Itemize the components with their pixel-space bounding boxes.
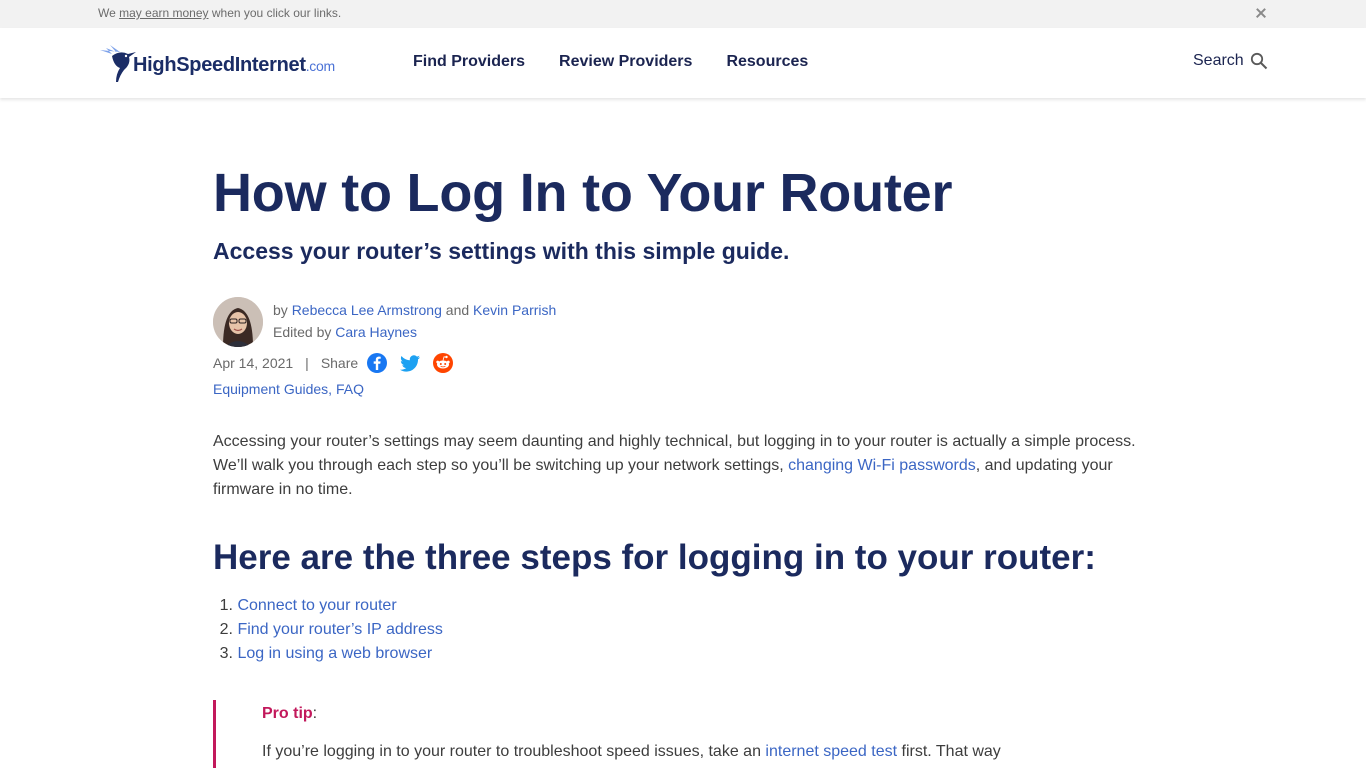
author-link-2[interactable]: Kevin Parrish xyxy=(473,302,556,318)
list-item: 2. Find your router’s IP address xyxy=(213,618,443,642)
publish-date: Apr 14, 2021 xyxy=(213,355,294,371)
edited-prefix: Edited by xyxy=(273,324,332,340)
by-and: and xyxy=(445,302,470,318)
search-label: Search xyxy=(1193,52,1244,69)
steps-list: 1. Connect to your router 2. Find your r… xyxy=(213,594,443,666)
article-categories[interactable]: Equipment Guides, FAQ xyxy=(213,381,364,397)
site-logo[interactable]: HighSpeedInternet.com xyxy=(98,42,335,84)
pro-tip-prefix: If you’re logging in to your router to t… xyxy=(262,743,761,760)
disclosure-suffix: when you click our links. xyxy=(211,6,342,20)
step-link[interactable]: Find your router’s IP address xyxy=(237,621,442,638)
editor-link[interactable]: Cara Haynes xyxy=(335,324,417,340)
reddit-icon[interactable] xyxy=(432,352,454,374)
intro-link[interactable]: changing Wi-Fi passwords xyxy=(788,457,976,474)
logo-text: HighSpeedInternet.com xyxy=(133,54,335,77)
author-photo xyxy=(213,297,263,347)
pro-tip-suffix: first. That way xyxy=(901,743,1001,760)
byline: by Rebecca Lee Armstrong and Kevin Parri… xyxy=(273,302,556,318)
search-icon xyxy=(1250,52,1267,70)
editor-line: Edited by Cara Haynes xyxy=(273,324,417,340)
step-link[interactable]: Connect to your router xyxy=(237,597,396,614)
logo-tld: .com xyxy=(305,57,335,74)
meta-separator: | xyxy=(305,355,309,371)
article-meta: Apr 14, 2021 | Share xyxy=(213,352,454,374)
share-label: Share xyxy=(320,355,359,371)
list-item: 3. Log in using a web browser xyxy=(213,642,443,666)
step-link[interactable]: Log in using a web browser xyxy=(237,645,432,662)
by-prefix: by xyxy=(273,302,288,318)
disclosure-text: We may earn money when you click our lin… xyxy=(98,6,341,20)
nav-find-providers[interactable]: Find Providers xyxy=(413,53,525,71)
intro-paragraph: Accessing your router’s settings may see… xyxy=(213,430,1143,502)
step-number: 3. xyxy=(219,645,233,662)
page-title: How to Log In to Your Router xyxy=(213,163,953,223)
pro-tip-text: If you’re logging in to your router to t… xyxy=(262,743,1001,761)
avatar xyxy=(213,297,263,347)
steps-heading: Here are the three steps for logging in … xyxy=(213,538,1096,577)
disclosure-link[interactable]: may earn money xyxy=(119,6,208,20)
search-button[interactable]: Search xyxy=(1193,52,1268,70)
nav-review-providers[interactable]: Review Providers xyxy=(559,53,692,71)
logo-main: HighSpeedInternet xyxy=(133,53,306,76)
twitter-icon[interactable] xyxy=(399,352,421,374)
facebook-icon[interactable] xyxy=(366,352,388,374)
pro-tip-colon: : xyxy=(312,705,318,722)
step-number: 2. xyxy=(219,621,233,638)
page-subtitle: Access your router’s settings with this … xyxy=(213,238,790,264)
speed-test-link[interactable]: internet speed test xyxy=(765,743,897,760)
pro-tip-label: Pro tip: xyxy=(262,705,317,723)
author-link-1[interactable]: Rebecca Lee Armstrong xyxy=(292,302,442,318)
pro-tip-label-text: Pro tip xyxy=(262,705,313,722)
disclosure-bar: We may earn money when you click our lin… xyxy=(0,0,1366,28)
disclosure-prefix: We xyxy=(98,6,116,20)
close-icon[interactable] xyxy=(1252,4,1270,22)
step-number: 1. xyxy=(219,597,233,614)
main-nav: Find Providers Review Providers Resource… xyxy=(413,53,808,71)
hummingbird-logo-icon xyxy=(100,45,136,82)
list-item: 1. Connect to your router xyxy=(213,594,443,618)
site-header: HighSpeedInternet.com Find Providers Rev… xyxy=(0,28,1366,98)
pro-tip-callout: Pro tip: If you’re logging in to your ro… xyxy=(213,700,1143,768)
nav-resources[interactable]: Resources xyxy=(726,53,808,71)
